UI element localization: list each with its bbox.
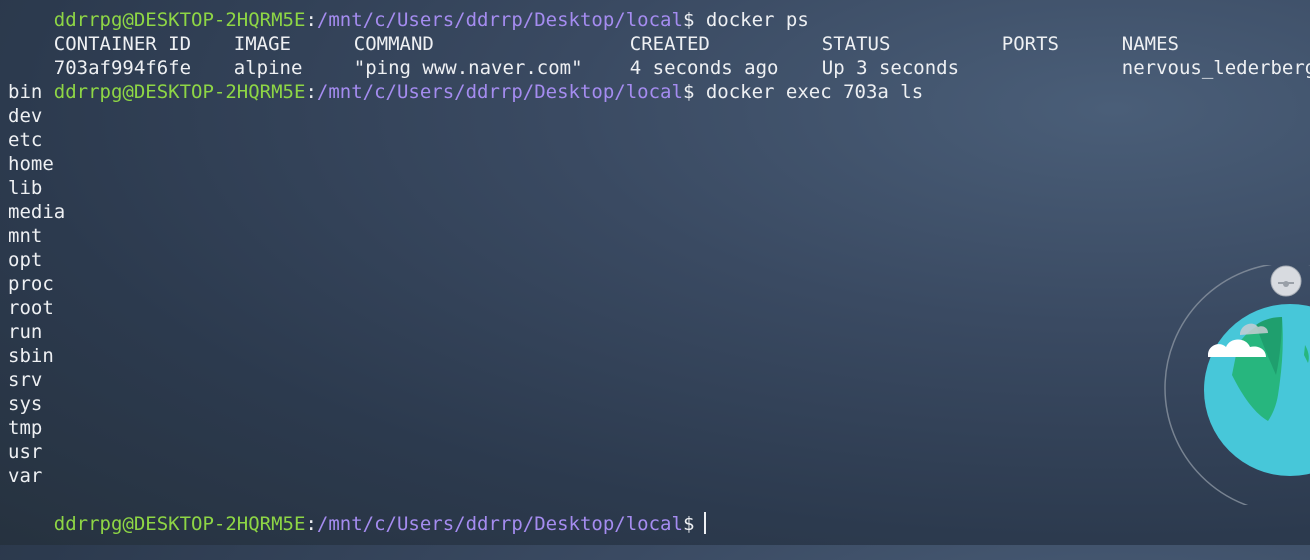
ps-header-image: IMAGE [233, 33, 291, 55]
terminal-window[interactable]: ddrrpg@DESKTOP-2HQRM5E:/mnt/c/Users/ddrr… [0, 0, 1310, 545]
ps-header-container-id: CONTAINER ID [53, 33, 192, 55]
ls-output-line: usr [8, 441, 43, 463]
ls-output-line: srv [8, 369, 43, 391]
ls-output-line: tmp [8, 417, 43, 439]
container-status: Up 3 seconds [821, 57, 960, 79]
container-created: 4 seconds ago [629, 57, 779, 79]
container-image: alpine [233, 57, 303, 79]
ls-output-line: run [8, 321, 43, 343]
ls-output-line: dev [8, 105, 43, 127]
ls-output-line: home [8, 153, 54, 175]
ps-header-ports: PORTS [1001, 33, 1059, 55]
ls-output-line: sbin [8, 345, 54, 367]
ls-output-line: var [8, 465, 43, 487]
container-id: 703af994f6fe [53, 57, 192, 79]
command-text: docker ps [694, 9, 809, 31]
prompt-user-host: ddrrpg@DESKTOP-2HQRM5E [53, 81, 306, 103]
prompt-path: /mnt/c/Users/ddrrp/Desktop/local [316, 513, 683, 535]
ls-output-line: lib [8, 177, 43, 199]
ls-output-line: sys [8, 393, 43, 415]
ps-header-status: STATUS [821, 33, 891, 55]
prompt-user-host: ddrrpg@DESKTOP-2HQRM5E [53, 513, 306, 535]
prompt-line-previous: ddrrpg@DESKTOP-2HQRM5E:/mnt/c/Users/ddrr… [53, 9, 809, 31]
globe-illustration [1164, 265, 1310, 505]
ps-header-created: CREATED [629, 33, 710, 55]
ps-header-command: COMMAND [353, 33, 434, 55]
ls-output-line: proc [8, 273, 54, 295]
prompt-user-host: ddrrpg@DESKTOP-2HQRM5E [53, 9, 306, 31]
ls-output-line: root [8, 297, 54, 319]
text-cursor[interactable] [704, 512, 707, 534]
prompt-path: /mnt/c/Users/ddrrp/Desktop/local [316, 81, 683, 103]
ls-output-line: etc [8, 129, 43, 151]
prompt-path: /mnt/c/Users/ddrrp/Desktop/local [316, 9, 683, 31]
ps-header-names: NAMES [1121, 33, 1179, 55]
ls-output-line: opt [8, 249, 43, 271]
container-name: nervous_lederberg [1121, 57, 1310, 79]
prompt-line-current[interactable]: ddrrpg@DESKTOP-2HQRM5E:/mnt/c/Users/ddrr… [8, 488, 1310, 535]
ls-output-line: media [8, 201, 66, 223]
command-text: docker exec 703a ls [694, 81, 924, 103]
ls-output-line: mnt [8, 225, 43, 247]
container-command: "ping www.naver.com" [353, 57, 583, 79]
